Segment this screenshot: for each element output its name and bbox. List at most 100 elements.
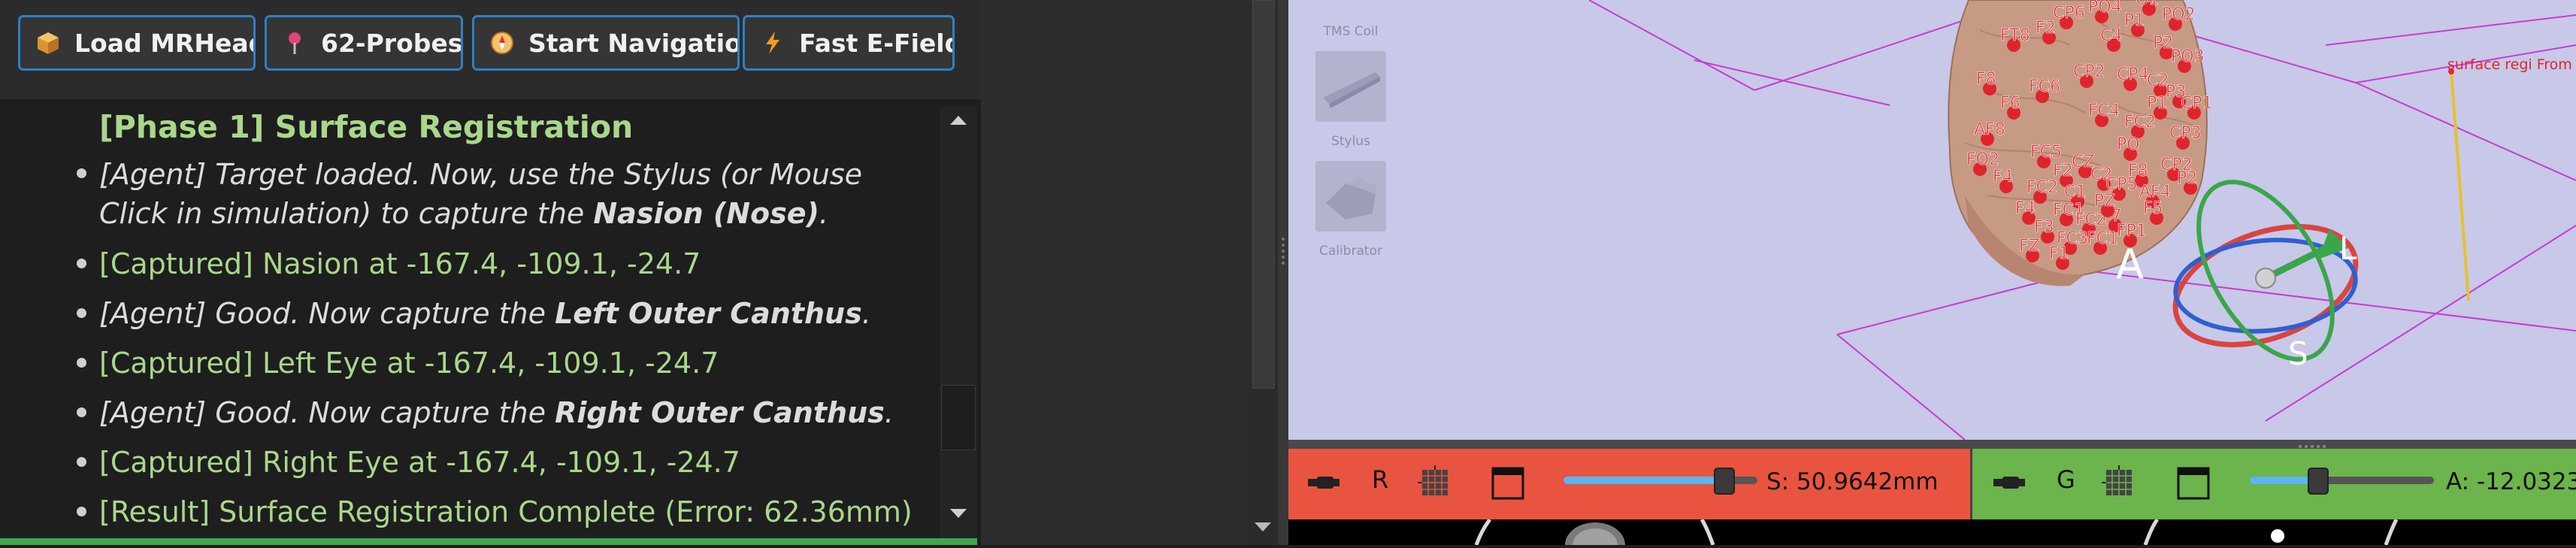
- stylus-icon: [1323, 72, 1380, 108]
- bullet-icon: [77, 407, 86, 417]
- annotation-text: surface regi From: [2447, 56, 2572, 73]
- electrode-label: CP4: [2117, 65, 2149, 84]
- load-mrhead-label: Load MRHead: [74, 28, 256, 58]
- electrode-label: FC1: [2087, 229, 2118, 248]
- electrode-label: PZ: [2094, 192, 2115, 210]
- slice-slider-track[interactable]: [2250, 477, 2434, 484]
- orientation-marker-a: A: [2116, 241, 2144, 288]
- grip-icon: [1282, 238, 1285, 265]
- log-entry: [Result] Surface Registration Complete (…: [99, 495, 913, 528]
- empty-panel: [981, 0, 1248, 545]
- slice-slider-handle[interactable]: [1714, 468, 1736, 495]
- log-entry-emphasis: Nasion (Nose): [593, 197, 819, 230]
- electrode-label: FT8: [2000, 26, 2030, 45]
- grid-icon[interactable]: [2102, 465, 2136, 500]
- electrode-label: FZ: [2019, 237, 2040, 256]
- electrode-label: FC2: [2027, 178, 2058, 197]
- axis-label-s: S: [2288, 335, 2308, 372]
- red-slice-controller: R S: 50.9642mm: [1288, 449, 1970, 519]
- electrode-label: C1: [2064, 183, 2086, 201]
- electrode-label: O1: [2136, 0, 2159, 9]
- 3d-scene[interactable]: O1PO4CP6P1PO2FT8F2C4P2PO3F8FC6CP2CP4C2P3…: [1288, 0, 2576, 440]
- electrode-label: F4: [1993, 168, 2013, 186]
- electrode-label: PO3: [2171, 47, 2205, 66]
- panel-scrollbar[interactable]: [1248, 0, 1278, 545]
- log-entry-emphasis: Left Outer Canthus: [555, 297, 862, 330]
- slice-letter: G: [2057, 465, 2075, 494]
- log-entry: [Captured] Left Eye at -167.4, -109.1, -…: [99, 347, 719, 380]
- slice-slider-fill: [1563, 477, 1725, 484]
- electrode-label: P1: [2147, 94, 2167, 113]
- electrode-label: P1: [2124, 11, 2145, 30]
- log-entry-suffix: .: [884, 396, 894, 429]
- calibrator-tool-thumbnail[interactable]: [1315, 161, 1386, 232]
- bullet-icon: [77, 358, 86, 368]
- start-navigation-button[interactable]: Start Navigation: [472, 15, 740, 71]
- panel-scrollbar-thumb[interactable]: [1252, 0, 1275, 389]
- fast-efield-label: Fast E-Field: [799, 28, 955, 58]
- tools-list: TMS Coil Stylus Calibrator: [1288, 0, 1416, 440]
- probes-button[interactable]: 62-Probes: [265, 15, 463, 71]
- stylus-model[interactable]: surface regi From: [2447, 56, 2572, 301]
- log-entry: [Captured] Nasion at -167.4, -109.1, -24…: [99, 247, 701, 280]
- electrode-label: FO2: [1966, 150, 1999, 169]
- log-entry-line: [Agent] Target loaded. Now, use the Styl…: [99, 158, 863, 191]
- pin-icon: [289, 32, 301, 54]
- stylus-tool-thumbnail[interactable]: [1315, 51, 1386, 122]
- electrode-label: PO: [2117, 135, 2140, 154]
- electrode-label: PO4: [2088, 0, 2122, 17]
- electrode-label: FC2: [2124, 113, 2156, 132]
- electrode-label: F2: [2036, 19, 2056, 38]
- slice-letter: R: [1372, 465, 1389, 494]
- slice-slider-handle[interactable]: [2307, 468, 2329, 495]
- pin-slice-icon[interactable]: [1992, 470, 2027, 495]
- electrode-label: F3: [2034, 218, 2054, 237]
- log-scrollbar[interactable]: [940, 107, 977, 539]
- electrode-label: FC5: [2030, 143, 2062, 162]
- log-entry: [Agent] Good. Now capture the Right Oute…: [99, 393, 894, 432]
- window-icon[interactable]: [1491, 467, 1526, 500]
- pin-slice-icon[interactable]: [1306, 470, 1341, 495]
- log-entry: [Agent] Good. Now capture the Left Outer…: [99, 294, 871, 333]
- log-scrollbar-thumb[interactable]: [941, 385, 976, 450]
- electrode-label: FC6: [2029, 77, 2060, 96]
- electrode-label: F8: [1976, 70, 1996, 89]
- axis-label-l: L: [2339, 230, 2357, 267]
- calibrator-icon: [1326, 177, 1377, 220]
- scroll-up-icon[interactable]: [950, 116, 967, 125]
- electrode-label: CP3: [2169, 124, 2202, 143]
- scroll-down-icon[interactable]: [1255, 522, 1271, 531]
- electrode-label: CP2: [2073, 62, 2105, 81]
- toolbar: Load MRHead 62-Probes Start Navigation F…: [0, 0, 981, 99]
- electrode-label: FP1: [2117, 222, 2147, 241]
- log-entry: [Agent] Target loaded. Now, use the Styl…: [99, 155, 862, 233]
- view-divider[interactable]: [1288, 440, 2576, 449]
- electrode-label: F1: [2049, 244, 2069, 263]
- slice-offset-label: S: 50.9642mm: [1766, 468, 1939, 495]
- tool-label: Stylus: [1331, 134, 1370, 149]
- electrode-label: C4: [2100, 26, 2122, 45]
- electrode-label: FC4: [2088, 101, 2120, 120]
- load-mrhead-button[interactable]: Load MRHead: [18, 15, 256, 71]
- slice-offset-label: A: -12.0323: [2446, 468, 2576, 495]
- tool-label: Calibrator: [1319, 244, 1382, 259]
- bullet-icon: [77, 457, 86, 467]
- slice-preview: [1474, 519, 2399, 545]
- window-icon[interactable]: [2177, 467, 2211, 500]
- electrode-label: AF8: [1974, 120, 2005, 139]
- log-entry-line: Click in simulation) to capture the: [99, 197, 594, 230]
- electrode-label: F5: [2143, 199, 2163, 218]
- tool-label: TMS Coil: [1323, 24, 1379, 39]
- grid-icon[interactable]: [1418, 465, 1452, 500]
- lightning-icon: [766, 32, 779, 54]
- bullet-icon: [77, 168, 86, 178]
- log-entry-suffix: .: [819, 197, 828, 230]
- slice-views[interactable]: [1288, 519, 2576, 545]
- 3d-view[interactable]: O1PO4CP6P1PO2FT8F2C4P2PO3F8FC6CP2CP4C2P3…: [1288, 0, 2576, 440]
- probes-label: 62-Probes: [321, 28, 463, 58]
- log-entry-line: [Agent] Good. Now capture the: [99, 396, 555, 429]
- log-entry-suffix: .: [861, 297, 871, 330]
- scroll-down-icon[interactable]: [950, 509, 967, 518]
- splitter-handle[interactable]: [1278, 0, 1288, 545]
- fast-efield-button[interactable]: Fast E-Field: [743, 15, 955, 71]
